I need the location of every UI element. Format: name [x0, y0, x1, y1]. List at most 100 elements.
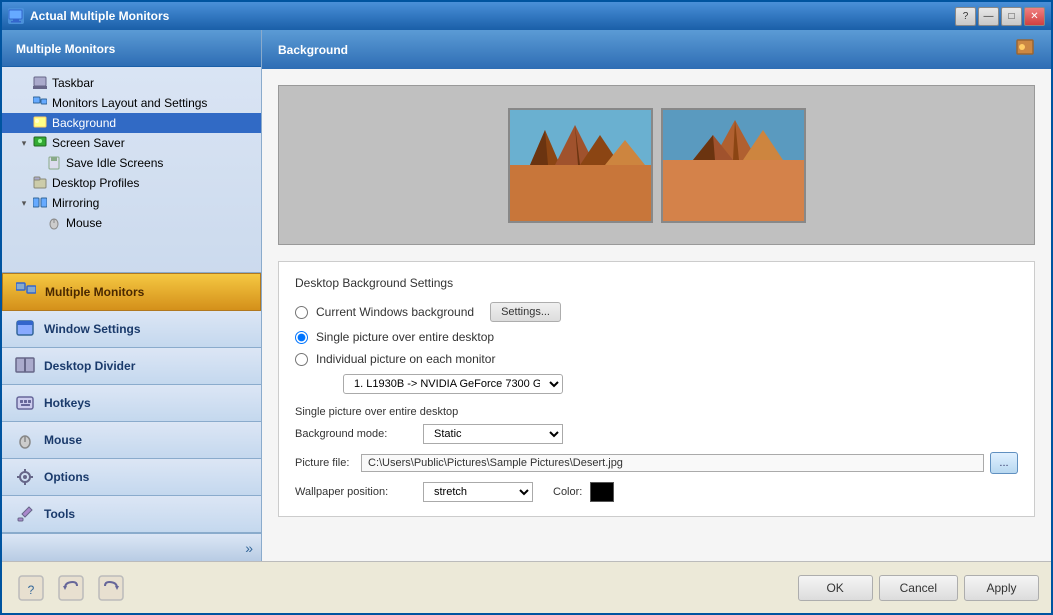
screen-saver-expand: ▾	[18, 137, 30, 149]
tree-item-mouse[interactable]: Mouse	[2, 213, 261, 233]
redo-btn[interactable]	[94, 571, 128, 605]
nav-desktop-divider-icon	[14, 355, 36, 377]
nav-tools[interactable]: Tools	[2, 496, 261, 533]
expand-icon	[32, 217, 44, 229]
tree-item-monitors-layout[interactable]: Monitors Layout and Settings	[2, 93, 261, 113]
sidebar-nav: Multiple Monitors Window Settings Deskto…	[2, 272, 261, 533]
radio-current-windows-bg[interactable]	[295, 306, 308, 319]
app-icon	[8, 8, 24, 24]
color-swatch[interactable]	[590, 482, 614, 502]
taskbar-icon	[32, 75, 48, 91]
nav-label-hotkeys: Hotkeys	[44, 396, 91, 410]
sidebar-tree: Taskbar Monitors Layout and Settings Bac…	[2, 67, 261, 272]
footer-right: OK Cancel Apply	[798, 575, 1039, 601]
svg-text:?: ?	[28, 583, 35, 597]
window-title: Actual Multiple Monitors	[30, 9, 169, 23]
nav-label-mouse: Mouse	[44, 433, 82, 447]
nav-options-icon	[14, 466, 36, 488]
tree-item-mirroring[interactable]: ▾ Mirroring	[2, 193, 261, 213]
cancel-button[interactable]: Cancel	[879, 575, 958, 601]
tree-item-save-idle[interactable]: Save Idle Screens	[2, 153, 261, 173]
browse-icon: ...	[999, 457, 1008, 469]
nav-multiple-monitors[interactable]: Multiple Monitors	[2, 273, 261, 311]
expand-icon	[18, 177, 30, 189]
radio-single-picture[interactable]	[295, 331, 308, 344]
monitor-preview-1	[508, 108, 653, 223]
radio-row-individual: Individual picture on each monitor	[295, 352, 1018, 366]
close-btn[interactable]: ✕	[1024, 7, 1045, 26]
nav-label-tools: Tools	[44, 507, 75, 521]
tree-item-taskbar[interactable]: Taskbar	[2, 73, 261, 93]
tree-label-monitors: Monitors Layout and Settings	[52, 96, 207, 110]
nav-label-window-settings: Window Settings	[44, 322, 141, 336]
expand-icon	[18, 77, 30, 89]
radio-individual-picture[interactable]	[295, 353, 308, 366]
tree-item-background[interactable]: Background	[2, 113, 261, 133]
radio-single-label: Single picture over entire desktop	[316, 330, 494, 344]
nav-options[interactable]: Options	[2, 459, 261, 496]
expand-icon	[18, 97, 30, 109]
monitors-icon	[32, 95, 48, 111]
nav-desktop-divider[interactable]: Desktop Divider	[2, 348, 261, 385]
bg-mode-row: Background mode: Static Slideshow Solid …	[295, 424, 1018, 444]
nav-label-desktop-divider: Desktop Divider	[44, 359, 135, 373]
section-title: Desktop Background Settings	[295, 276, 1018, 290]
minimize-btn[interactable]: —	[978, 7, 999, 26]
main-panel: Background	[262, 30, 1051, 561]
browse-button[interactable]: ...	[990, 452, 1018, 474]
picture-file-input[interactable]: C:\Users\Public\Pictures\Sample Pictures…	[361, 454, 984, 472]
undo-btn[interactable]	[54, 571, 88, 605]
ok-button[interactable]: OK	[798, 575, 873, 601]
tree-label-screen-saver: Screen Saver	[52, 136, 125, 150]
sidebar-header: Multiple Monitors	[2, 30, 261, 67]
footer-left: ?	[14, 571, 128, 605]
sidebar-footer: »	[2, 533, 261, 561]
radio-row-current-bg: Current Windows background Settings...	[295, 302, 1018, 322]
wallpaper-position-select[interactable]: stretch tile center fit fill	[423, 482, 533, 502]
nav-tools-icon	[14, 503, 36, 525]
nav-label-multiple-monitors: Multiple Monitors	[45, 285, 144, 299]
nav-hotkeys-icon	[14, 392, 36, 414]
save-idle-icon	[46, 155, 62, 171]
settings-section: Desktop Background Settings Current Wind…	[278, 261, 1035, 517]
mirroring-expand: ▾	[18, 197, 30, 209]
color-label: Color:	[553, 486, 582, 498]
tree-item-desktop-profiles[interactable]: Desktop Profiles	[2, 173, 261, 193]
main-content: Desktop Background Settings Current Wind…	[262, 69, 1051, 561]
bg-mode-select[interactable]: Static Slideshow Solid color	[423, 424, 563, 444]
expand-icon	[32, 157, 44, 169]
tree-label-mirroring: Mirroring	[52, 196, 99, 210]
tree-label-save-idle: Save Idle Screens	[66, 156, 163, 170]
settings-button[interactable]: Settings...	[490, 302, 561, 322]
desktop-profiles-icon	[32, 175, 48, 191]
expand-sidebar-btn[interactable]: »	[245, 540, 253, 556]
nav-window-settings[interactable]: Window Settings	[2, 311, 261, 348]
maximize-btn[interactable]: □	[1001, 7, 1022, 26]
help-btn[interactable]: ?	[955, 7, 976, 26]
monitor-select-row: 1. L1930B -> NVIDIA GeForce 7300 GT	[295, 374, 1018, 394]
bg-mode-label: Background mode:	[295, 428, 415, 440]
radio-current-label: Current Windows background	[316, 305, 474, 319]
mouse-tree-icon	[46, 215, 62, 231]
tree-label-taskbar: Taskbar	[52, 76, 94, 90]
tree-label-background: Background	[52, 116, 116, 130]
wallpaper-row: Wallpaper position: stretch tile center …	[295, 482, 1018, 502]
nav-multiple-monitors-icon	[15, 281, 37, 303]
radio-row-single: Single picture over entire desktop	[295, 330, 1018, 344]
tree-label-mouse: Mouse	[66, 216, 102, 230]
nav-mouse-icon	[14, 429, 36, 451]
tree-item-screen-saver[interactable]: ▾ Screen Saver	[2, 133, 261, 153]
nav-mouse[interactable]: Mouse	[2, 422, 261, 459]
apply-button[interactable]: Apply	[964, 575, 1039, 601]
monitor-dropdown[interactable]: 1. L1930B -> NVIDIA GeForce 7300 GT	[343, 374, 563, 394]
radio-individual-label: Individual picture on each monitor	[316, 352, 495, 366]
footer: ? OK Cancel Apply	[2, 561, 1051, 613]
nav-hotkeys[interactable]: Hotkeys	[2, 385, 261, 422]
help-footer-btn[interactable]: ?	[14, 571, 48, 605]
tree-label-desktop-profiles: Desktop Profiles	[52, 176, 139, 190]
picture-file-row: Picture file: C:\Users\Public\Pictures\S…	[295, 452, 1018, 474]
main-header-icon	[1015, 38, 1035, 61]
nav-label-options: Options	[44, 470, 89, 484]
screen-saver-icon	[32, 135, 48, 151]
desktop-preview	[278, 85, 1035, 245]
